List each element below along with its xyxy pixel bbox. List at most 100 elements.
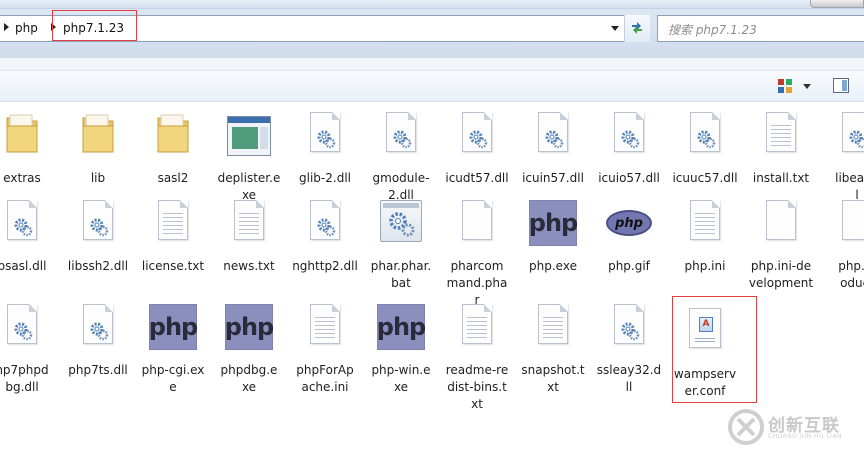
- file-item-pharcommand-phar[interactable]: pharcom mand.pha r: [439, 200, 515, 307]
- file-item-php7ts-dll[interactable]: php7ts.dll: [60, 304, 136, 384]
- file-name: php-win.e xe: [371, 363, 431, 394]
- search-input[interactable]: 搜索 php7.1.23: [657, 15, 864, 42]
- file-item-php-ini-production[interactable]: php.in oduct: [819, 200, 864, 290]
- toolbar-strip: [0, 58, 864, 71]
- file-item-libssh2-dll[interactable]: libssh2.dll: [60, 200, 136, 280]
- breadcrumb-php[interactable]: php: [15, 21, 38, 35]
- refresh-button[interactable]: [624, 15, 650, 42]
- dll-gear-icon: [310, 200, 340, 240]
- batch-file-icon: [380, 200, 422, 242]
- file-name: nghttp2.dll: [292, 259, 358, 273]
- dll-gear-icon: [310, 112, 340, 152]
- file-name: php.ini-de velopment: [748, 259, 814, 290]
- text-file-icon: [538, 304, 568, 344]
- file-item-readme-txt[interactable]: readme-re dist-bins.t xt: [439, 304, 515, 411]
- change-view-icon[interactable]: [778, 79, 792, 93]
- file-item-license-txt[interactable]: license.txt: [135, 200, 211, 280]
- preview-pane-button[interactable]: [833, 78, 849, 93]
- file-item-php-gif[interactable]: php php.gif: [591, 200, 667, 280]
- text-file-icon: [462, 304, 492, 344]
- blank-file-icon: [766, 200, 796, 240]
- watermark-x-icon: [728, 409, 764, 445]
- file-name: php.exe: [529, 259, 577, 273]
- file-item-phar-bat[interactable]: phar.phar. bat: [363, 200, 439, 290]
- file-item-lib[interactable]: lib: [60, 112, 136, 192]
- view-options-dropdown-icon[interactable]: [803, 84, 811, 89]
- file-item-php-exe[interactable]: php php.exe: [515, 200, 591, 280]
- file-item-gmodule-dll[interactable]: gmodule- 2.dll: [363, 112, 439, 202]
- watermark-logo: 创新互联 CHUANG XIN HU LIAN: [724, 407, 864, 447]
- file-name: phpdbg.e xe: [220, 363, 278, 394]
- file-name: icudt57.dll: [445, 171, 509, 185]
- file-name: hp7phpd bg.dll: [0, 363, 49, 394]
- php-logo-icon: php: [377, 304, 426, 350]
- blank-file-icon: [842, 200, 864, 240]
- file-name: php-cgi.ex e: [141, 363, 205, 394]
- file-item-phpforapache-ini[interactable]: phpForAp ache.ini: [287, 304, 363, 394]
- annotation-highlight-box: [52, 10, 137, 41]
- address-toolbar: php php7.1.23 搜索 php7.1.23: [0, 0, 864, 58]
- file-name: libeay3 l: [835, 171, 864, 202]
- file-item-icuio57-dll[interactable]: icuio57.dll: [591, 112, 667, 192]
- file-item-phpdbg-exe[interactable]: php phpdbg.e xe: [211, 304, 287, 394]
- text-file-icon: [158, 200, 188, 240]
- file-item-nghttp2-dll[interactable]: nghttp2.dll: [287, 200, 363, 280]
- application-window-icon: [227, 116, 271, 156]
- file-item-libeay-dll[interactable]: libeay3 l: [819, 112, 864, 202]
- file-item-icudt57-dll[interactable]: icudt57.dll: [439, 112, 515, 192]
- dll-gear-icon: [386, 112, 416, 152]
- file-item-extras[interactable]: extras: [0, 112, 60, 192]
- file-name: pharcom mand.pha r: [446, 259, 508, 307]
- file-name: news.txt: [223, 259, 275, 273]
- dll-gear-icon: [83, 200, 113, 240]
- dll-gear-icon: [7, 304, 37, 344]
- file-name: php.ini: [684, 259, 726, 273]
- file-item-icuuc57-dll[interactable]: icuuc57.dll: [667, 112, 743, 192]
- file-name: glib-2.dll: [299, 171, 351, 185]
- dll-gear-icon: [83, 304, 113, 344]
- folder-icon: [156, 112, 190, 157]
- php-logo-icon: php: [225, 304, 274, 350]
- file-name: sasl2: [157, 171, 189, 185]
- file-item-php-win-exe[interactable]: php php-win.e xe: [363, 304, 439, 394]
- file-item-php-ini[interactable]: php.ini: [667, 200, 743, 280]
- file-item-icuin57-dll[interactable]: icuin57.dll: [515, 112, 591, 192]
- dll-gear-icon: [690, 112, 720, 152]
- file-name: deplister.e xe: [217, 171, 281, 202]
- file-item-libsasl-dll[interactable]: bsasl.dll: [0, 200, 60, 280]
- file-item-php-ini-development[interactable]: php.ini-de velopment: [743, 200, 819, 290]
- dll-gear-icon: [614, 304, 644, 344]
- file-name: lib: [90, 171, 106, 185]
- file-name: bsasl.dll: [0, 259, 47, 273]
- annotation-highlight-box: [672, 296, 757, 403]
- file-name: icuuc57.dll: [672, 171, 738, 185]
- blank-file-icon: [462, 200, 492, 240]
- file-item-ssleay32-dll[interactable]: ssleay32.d ll: [591, 304, 667, 394]
- file-item-php-cgi-exe[interactable]: php php-cgi.ex e: [135, 304, 211, 394]
- file-name: php7ts.dll: [68, 363, 128, 377]
- file-item-glib-dll[interactable]: glib-2.dll: [287, 112, 363, 192]
- file-name: readme-re dist-bins.t xt: [445, 363, 509, 411]
- file-name: phar.phar. bat: [370, 259, 432, 290]
- file-name: snapshot.t xt: [521, 363, 585, 394]
- file-name: license.txt: [141, 259, 205, 273]
- file-item-install-txt[interactable]: install.txt: [743, 112, 819, 192]
- text-file-icon: [234, 200, 264, 240]
- text-file-icon: [690, 200, 720, 240]
- file-name: gmodule- 2.dll: [372, 171, 430, 202]
- breadcrumb-chevron-icon[interactable]: [4, 23, 9, 31]
- text-file-icon: [310, 304, 340, 344]
- folder-icon: [5, 112, 39, 157]
- address-dropdown-icon[interactable]: [611, 26, 619, 31]
- file-item-sasl2[interactable]: sasl2: [135, 112, 211, 192]
- window-close-button[interactable]: [810, 0, 864, 8]
- file-item-php7phpdbg-dll[interactable]: hp7phpd bg.dll: [0, 304, 60, 394]
- search-placeholder: 搜索 php7.1.23: [668, 23, 757, 37]
- file-name: php.in oduct: [838, 259, 864, 290]
- dll-gear-icon: [462, 112, 492, 152]
- file-item-snapshot-txt[interactable]: snapshot.t xt: [515, 304, 591, 394]
- file-item-deplister-exe[interactable]: deplister.e xe: [211, 112, 287, 202]
- file-name: icuio57.dll: [598, 171, 660, 185]
- file-item-news-txt[interactable]: news.txt: [211, 200, 287, 280]
- refresh-icon: [632, 22, 642, 34]
